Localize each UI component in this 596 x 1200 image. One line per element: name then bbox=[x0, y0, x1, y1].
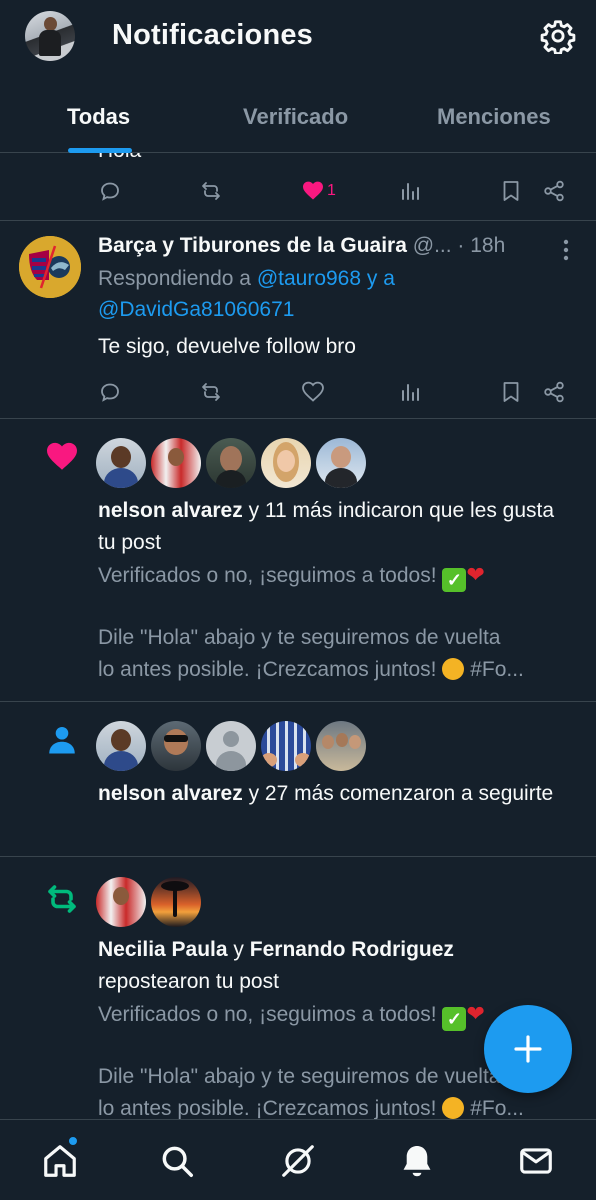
avatar[interactable] bbox=[206, 721, 256, 771]
views-button[interactable] bbox=[398, 173, 422, 209]
like-button[interactable] bbox=[301, 374, 325, 410]
bookmark-button[interactable] bbox=[499, 173, 523, 209]
repost-icon bbox=[202, 182, 220, 200]
tab-bar: Todas Verificado Menciones bbox=[0, 96, 596, 153]
partial-tweet[interactable]: Hola 1 bbox=[0, 153, 596, 221]
unread-dot bbox=[68, 1136, 78, 1146]
avatar[interactable] bbox=[206, 438, 256, 488]
reply-button[interactable] bbox=[98, 173, 122, 209]
repost-button[interactable] bbox=[199, 374, 223, 410]
raising-hands-emoji bbox=[442, 1097, 465, 1119]
likes-notification[interactable]: nelson alvarez y 11 más indicaron que le… bbox=[0, 419, 596, 702]
notifications-feed[interactable]: Hola 1 bbox=[0, 153, 596, 1119]
tweet-header: Barça y Tiburones de la Guaira @... · 18… bbox=[98, 234, 505, 258]
bookmark-button[interactable] bbox=[499, 374, 523, 410]
reply-user-link-2[interactable]: @DavidGa81060671 bbox=[98, 298, 294, 321]
gear-icon[interactable] bbox=[540, 18, 576, 54]
post-preview-line-3: lo antes posible. ¡Crezcamos juntos! #Fo… bbox=[98, 1097, 524, 1119]
avatar[interactable] bbox=[151, 721, 201, 771]
actor-name[interactable]: Necilia Paula bbox=[98, 938, 228, 961]
repost-icon bbox=[48, 885, 76, 913]
avatar[interactable] bbox=[151, 438, 201, 488]
tab-todas[interactable]: Todas bbox=[67, 104, 130, 130]
check-emoji: ✓ bbox=[442, 568, 467, 592]
page-title: Notificaciones bbox=[112, 19, 314, 51]
avatar[interactable] bbox=[261, 721, 311, 771]
tweet-author-avatar[interactable] bbox=[19, 236, 81, 298]
red-heart-emoji: ❤ bbox=[466, 562, 485, 587]
tab-menciones[interactable]: Menciones bbox=[437, 104, 551, 130]
reply-button[interactable] bbox=[98, 374, 122, 410]
tweet-actions bbox=[0, 374, 596, 410]
like-count: 1 bbox=[327, 182, 336, 199]
liker-avatars bbox=[96, 438, 371, 490]
reply-icon bbox=[101, 383, 119, 402]
actor-name-2[interactable]: Fernando Rodriguez bbox=[250, 938, 454, 961]
heart-icon bbox=[303, 181, 323, 200]
follows-notification[interactable]: nelson alvarez y 27 más comenzaron a seg… bbox=[0, 702, 596, 857]
share-icon bbox=[544, 180, 564, 202]
share-button[interactable] bbox=[542, 374, 566, 410]
red-heart-emoji: ❤ bbox=[466, 1001, 485, 1026]
grok-icon[interactable] bbox=[279, 1142, 317, 1180]
avatar[interactable] bbox=[261, 438, 311, 488]
bookmark-icon bbox=[503, 181, 519, 201]
like-button[interactable]: 1 bbox=[301, 173, 336, 209]
follower-avatars bbox=[96, 721, 371, 773]
tweet-time: · 18h bbox=[457, 234, 506, 257]
reply-tweet[interactable]: Barça y Tiburones de la Guaira @... · 18… bbox=[0, 221, 596, 419]
active-tab-indicator bbox=[68, 148, 132, 153]
top-app-bar: Notificaciones Todas Verificado Mencione… bbox=[0, 0, 596, 153]
notification-text: nelson alvarez y 27 más comenzaron a seg… bbox=[98, 782, 554, 805]
views-icon bbox=[402, 384, 419, 401]
compose-button[interactable] bbox=[484, 1005, 572, 1093]
bookmark-icon bbox=[503, 382, 519, 402]
repost-button[interactable] bbox=[199, 173, 223, 209]
avatar[interactable] bbox=[316, 721, 366, 771]
reply-user-link[interactable]: @tauro968 bbox=[257, 267, 361, 290]
bell-icon[interactable] bbox=[398, 1142, 436, 1180]
post-preview-line-2: Dile "Hola" abajo y te seguiremos de vue… bbox=[98, 626, 501, 649]
notification-text: nelson alvarez y 11 más indicaron que le… bbox=[98, 499, 555, 554]
tweet-text: Te sigo, devuelve follow bro bbox=[98, 335, 356, 358]
avatar[interactable] bbox=[316, 438, 366, 488]
author-handle[interactable]: @... bbox=[413, 234, 452, 257]
avatar[interactable] bbox=[96, 438, 146, 488]
reply-icon bbox=[101, 182, 119, 201]
mail-icon[interactable] bbox=[517, 1142, 555, 1180]
share-button[interactable] bbox=[542, 173, 566, 209]
heart-icon bbox=[47, 442, 77, 470]
reposter-avatars bbox=[96, 877, 206, 929]
post-preview-line-1: Verificados o no, ¡seguimos a todos! ✓ ❤ bbox=[98, 562, 485, 592]
tab-verificado[interactable]: Verificado bbox=[243, 104, 348, 130]
person-icon bbox=[49, 726, 75, 754]
post-preview-line-3: lo antes posible. ¡Crezcamos juntos! #Fo… bbox=[98, 658, 524, 681]
views-icon bbox=[402, 183, 419, 200]
repost-icon bbox=[202, 383, 220, 401]
views-button[interactable] bbox=[398, 374, 422, 410]
raising-hands-emoji bbox=[442, 658, 465, 680]
replying-to: Respondiendo a @tauro968 y a bbox=[98, 267, 395, 290]
check-emoji: ✓ bbox=[442, 1007, 467, 1031]
bottom-navigation bbox=[0, 1119, 596, 1200]
actor-name[interactable]: nelson alvarez bbox=[98, 499, 243, 522]
plus-icon bbox=[514, 1035, 542, 1063]
tweet-text-fragment: Hola bbox=[98, 153, 141, 163]
profile-avatar[interactable] bbox=[25, 11, 75, 61]
search-icon[interactable] bbox=[158, 1142, 196, 1180]
more-options-icon[interactable] bbox=[556, 235, 576, 265]
tweet-actions: 1 bbox=[0, 173, 596, 209]
avatar[interactable] bbox=[96, 877, 146, 927]
actor-name[interactable]: nelson alvarez bbox=[98, 782, 243, 805]
home-icon[interactable] bbox=[41, 1142, 79, 1180]
replying-to-second: @DavidGa81060671 bbox=[98, 298, 294, 322]
share-icon bbox=[544, 381, 564, 403]
heart-icon bbox=[302, 381, 324, 402]
notification-text: Necilia Paula y Fernando Rodriguez repos… bbox=[98, 938, 454, 993]
avatar[interactable] bbox=[96, 721, 146, 771]
avatar[interactable] bbox=[151, 877, 201, 927]
author-name[interactable]: Barça y Tiburones de la Guaira bbox=[98, 234, 407, 257]
